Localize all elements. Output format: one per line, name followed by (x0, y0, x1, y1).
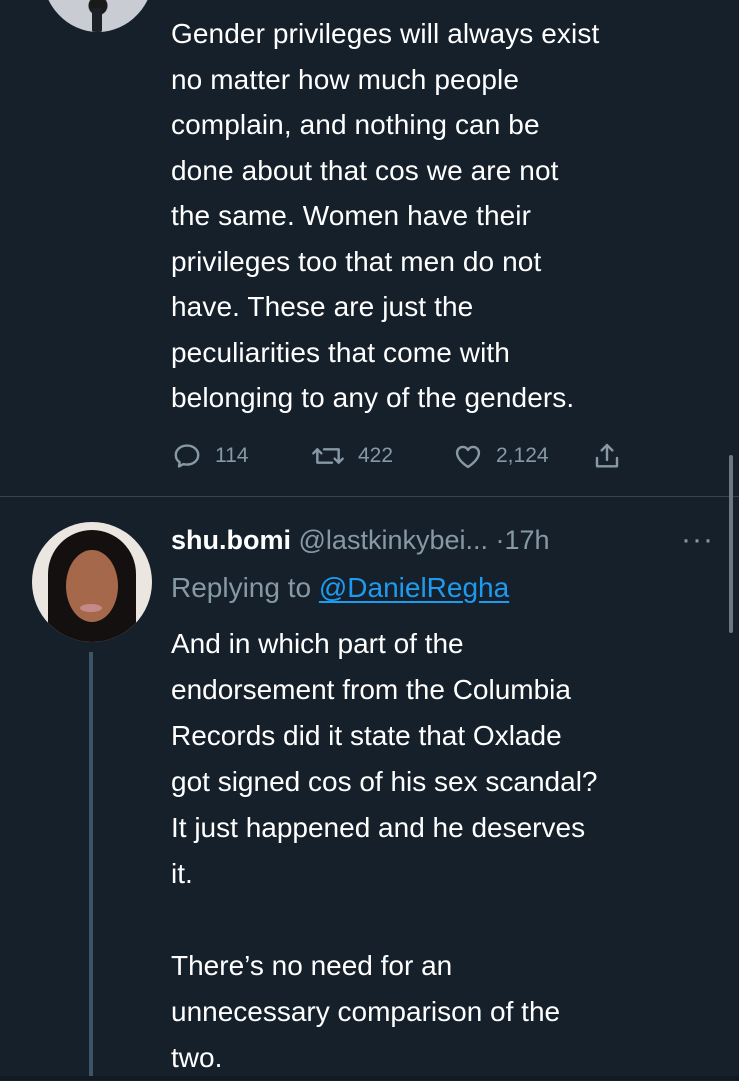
reply-header: shu.bomi @lastkinkybei... ·17h ··· (171, 520, 714, 560)
like-count: 2,124 (496, 444, 549, 467)
reply-avatar[interactable] (32, 522, 152, 642)
share-icon (591, 440, 623, 472)
reply-tweet-text: And in which part of the endorsement fro… (171, 628, 598, 1073)
author-avatar[interactable] (42, 0, 154, 32)
reply-time[interactable]: ·17h (496, 525, 550, 555)
main-tweet[interactable]: Gender privileges will always exist no m… (0, 0, 739, 496)
bottom-separator (0, 1076, 739, 1080)
reply-handle[interactable]: @lastkinkybei... (299, 525, 488, 555)
reply-count: 114 (215, 444, 249, 467)
reply-button[interactable]: 114 (171, 436, 248, 476)
retweet-button[interactable]: 422 (310, 436, 393, 476)
like-icon (452, 440, 484, 472)
retweet-count: 422 (358, 444, 394, 467)
tweet-divider (0, 496, 739, 497)
retweet-icon (310, 440, 346, 472)
replying-to-mention[interactable]: @DanielRegha (319, 572, 509, 603)
main-tweet-text: Gender privileges will always exist no m… (171, 18, 600, 413)
like-button[interactable]: 2,124 (452, 436, 549, 476)
thread-line (89, 652, 93, 1080)
more-options-icon[interactable]: ··· (681, 520, 714, 560)
tweet-action-bar: 114 422 2,124 (171, 436, 631, 476)
avatar-lips-detail (80, 604, 102, 612)
avatar-tie-detail (92, 8, 102, 32)
replying-to: Replying to @DanielRegha (171, 566, 509, 610)
reply-display-name[interactable]: shu.bomi (171, 525, 291, 555)
share-button[interactable] (591, 436, 623, 476)
replying-to-label: Replying to (171, 572, 312, 603)
comment-icon (171, 440, 203, 472)
scrollbar[interactable] (729, 455, 733, 633)
